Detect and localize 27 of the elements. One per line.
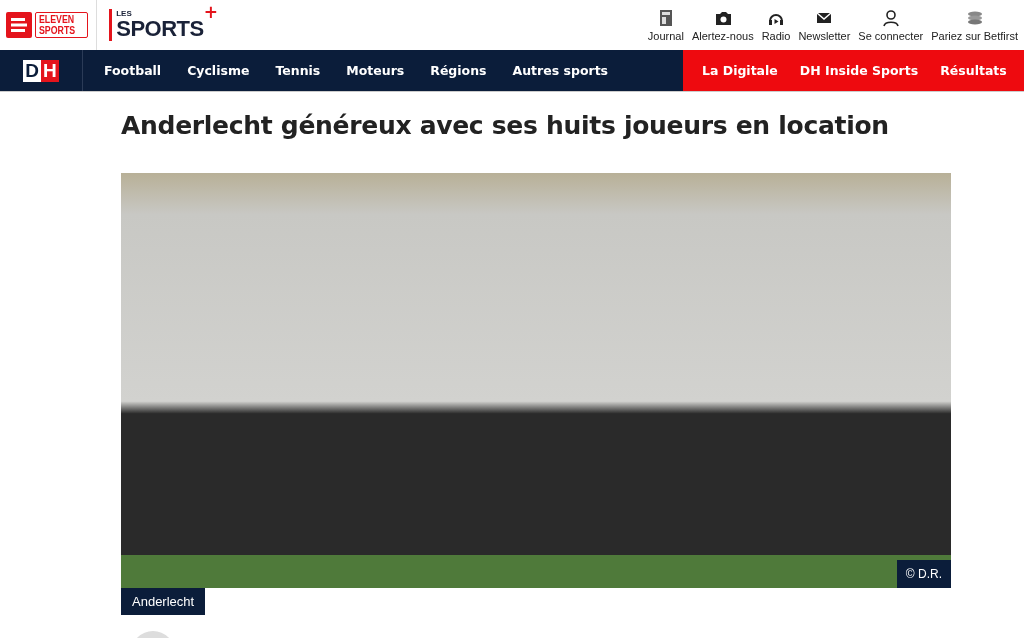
nav-link[interactable]: DH Inside Sports [788,63,930,78]
article-title: Anderlecht généreux avec ses huits joueurs en location [121,110,890,142]
nav-link[interactable]: Régions [417,63,500,78]
category-tag[interactable]: Anderlecht [121,588,206,615]
logo-text: SPORTS [116,18,204,40]
nav-link[interactable]: Moteurs [333,63,418,78]
logo-text: ELEVEN [39,14,76,25]
toolbar-link[interactable]: Pariez sur Betfirst [931,8,1018,42]
nav-link[interactable]: Autres sports [499,63,622,78]
photo-credit: © D.R. [896,560,951,588]
nav-link[interactable]: Cyclisme [174,63,263,78]
nav-link[interactable]: Football [91,63,175,78]
toolbar-link[interactable]: Alertez-nous [691,8,754,42]
logo-text: SPORTS [39,25,76,36]
e-logo-icon [6,12,32,38]
toolbar-link[interactable]: Se connecter [858,8,924,42]
toolbar-link[interactable]: Newsletter [798,8,851,42]
nav-link[interactable]: La Digitale [691,63,789,78]
nav-link[interactable]: Tennis [262,63,334,78]
toolbar-link[interactable]: Journal [647,8,684,42]
eleven-sports-logo[interactable]: ELEVEN SPORTS [0,0,97,50]
nav-link[interactable]: Résultats [929,63,1018,78]
plus-sign: + [203,2,218,22]
dh-logo[interactable]: D H [0,50,83,91]
user-icon [881,8,900,27]
logo-text: LES [116,10,133,18]
toolbar-link[interactable]: Radio [761,8,791,42]
